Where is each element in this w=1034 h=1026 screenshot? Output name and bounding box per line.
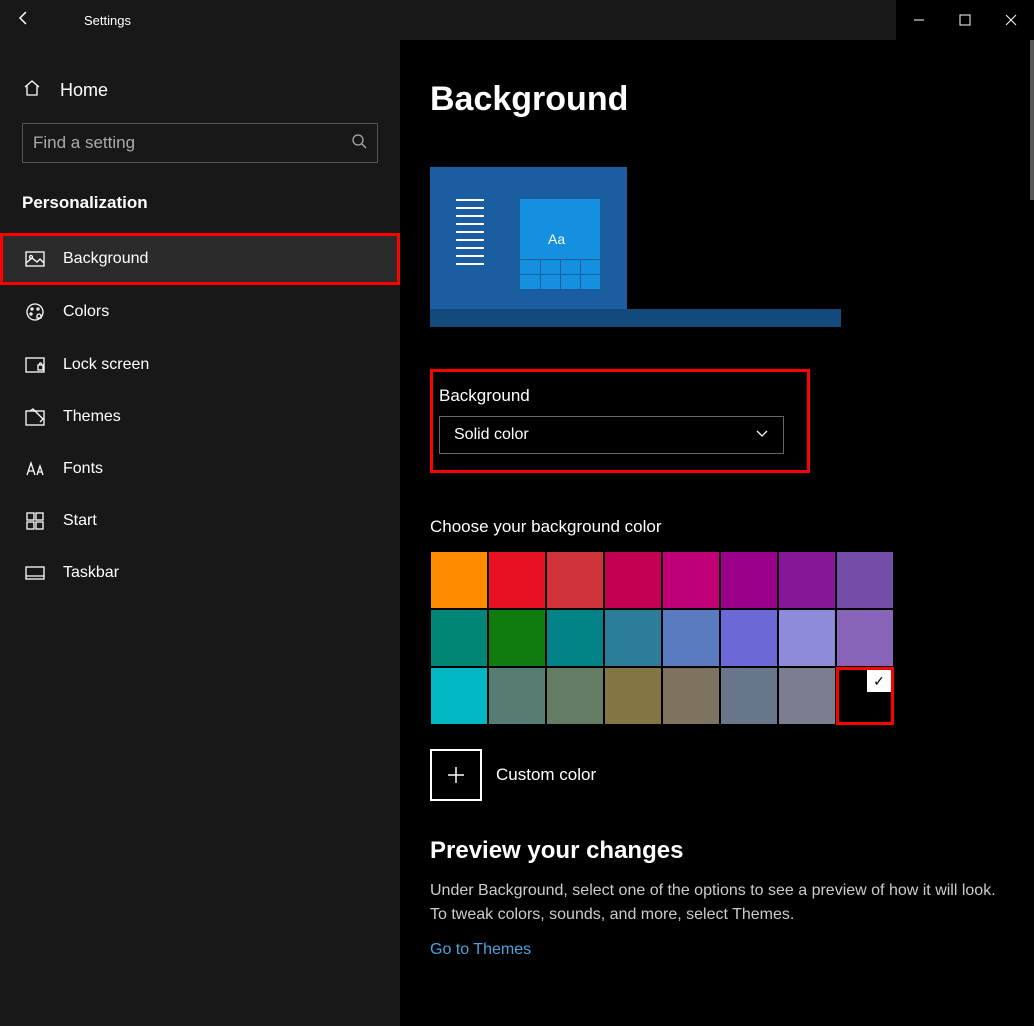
- color-swatch[interactable]: [662, 551, 720, 609]
- nav-item-label: Background: [63, 250, 148, 268]
- color-swatch[interactable]: [430, 609, 488, 667]
- nav-item-start[interactable]: Start: [0, 495, 400, 547]
- custom-color-label: Custom color: [496, 765, 596, 785]
- group-title: Personalization: [0, 193, 400, 233]
- color-swatch[interactable]: [488, 551, 546, 609]
- nav-item-fonts[interactable]: Fonts: [0, 443, 400, 495]
- home-label: Home: [60, 80, 108, 101]
- nav-item-colors[interactable]: Colors: [0, 285, 400, 339]
- nav-item-lock-screen[interactable]: Lock screen: [0, 339, 400, 391]
- main-panel: Background Background Solid color: [400, 40, 1034, 1026]
- check-icon: ✓: [867, 670, 891, 692]
- sidebar: Home Personalization Background Colors Loc…: [0, 40, 400, 1026]
- color-swatch[interactable]: [604, 667, 662, 725]
- search-input[interactable]: [33, 133, 351, 153]
- color-section: Choose your background color ✓ Custom co…: [430, 517, 1004, 801]
- color-swatch[interactable]: [720, 609, 778, 667]
- color-swatch[interactable]: [546, 551, 604, 609]
- nav-item-themes[interactable]: Themes: [0, 391, 400, 443]
- nav-item-label: Fonts: [63, 460, 103, 478]
- taskbar-icon: [25, 566, 45, 580]
- preview-changes-text: Under Background, select one of the opti…: [430, 879, 1000, 927]
- close-button[interactable]: [988, 0, 1034, 40]
- dropdown-value: Solid color: [454, 426, 529, 444]
- color-swatch[interactable]: [604, 609, 662, 667]
- color-swatch[interactable]: [662, 667, 720, 725]
- font-icon: [25, 461, 45, 477]
- color-swatch[interactable]: [778, 609, 836, 667]
- color-swatch[interactable]: [778, 551, 836, 609]
- color-swatch[interactable]: [604, 551, 662, 609]
- color-swatch[interactable]: [488, 667, 546, 725]
- color-label: Choose your background color: [430, 517, 1004, 537]
- taskbar-preview-extension: [626, 309, 841, 327]
- custom-color-button[interactable]: [430, 749, 482, 801]
- maximize-button[interactable]: [942, 0, 988, 40]
- search-input-wrap[interactable]: [22, 123, 378, 163]
- color-swatch[interactable]: ✓: [836, 667, 894, 725]
- nav-item-label: Colors: [63, 303, 109, 321]
- dropdown-label: Background: [439, 386, 797, 406]
- home-button[interactable]: Home: [0, 70, 400, 123]
- background-dropdown-section: Background Solid color: [430, 369, 810, 473]
- scrollbar[interactable]: [1030, 40, 1034, 200]
- background-dropdown[interactable]: Solid color: [439, 416, 784, 454]
- nav-item-background[interactable]: Background: [0, 233, 400, 285]
- color-swatch[interactable]: [662, 609, 720, 667]
- lock-icon: [25, 357, 45, 373]
- window-title: Settings: [48, 13, 131, 28]
- page-title: Background: [430, 80, 1004, 119]
- color-swatch[interactable]: [720, 551, 778, 609]
- theme-icon: [25, 408, 45, 426]
- color-swatch[interactable]: [778, 667, 836, 725]
- back-button[interactable]: [0, 10, 48, 31]
- nav-item-taskbar[interactable]: Taskbar: [0, 547, 400, 599]
- color-swatch[interactable]: [546, 609, 604, 667]
- start-icon: [25, 512, 45, 530]
- color-swatch[interactable]: [720, 667, 778, 725]
- chevron-down-icon: [755, 426, 769, 445]
- go-to-themes-link[interactable]: Go to Themes: [430, 941, 531, 959]
- minimize-button[interactable]: [896, 0, 942, 40]
- color-swatch[interactable]: [430, 551, 488, 609]
- search-icon: [351, 133, 367, 154]
- titlebar: Settings: [0, 0, 1034, 40]
- color-grid: ✓: [430, 551, 895, 725]
- nav-item-label: Start: [63, 512, 97, 530]
- color-swatch[interactable]: [488, 609, 546, 667]
- preview-changes-title: Preview your changes: [430, 837, 1004, 865]
- nav-item-label: Themes: [63, 408, 121, 426]
- color-swatch[interactable]: [546, 667, 604, 725]
- nav-item-label: Taskbar: [63, 564, 119, 582]
- nav-item-label: Lock screen: [63, 356, 149, 374]
- desktop-preview: [430, 167, 627, 327]
- color-swatch[interactable]: [430, 667, 488, 725]
- color-swatch[interactable]: [836, 609, 894, 667]
- color-swatch[interactable]: [836, 551, 894, 609]
- home-icon: [22, 78, 42, 103]
- image-icon: [25, 251, 45, 267]
- palette-icon: [25, 302, 45, 322]
